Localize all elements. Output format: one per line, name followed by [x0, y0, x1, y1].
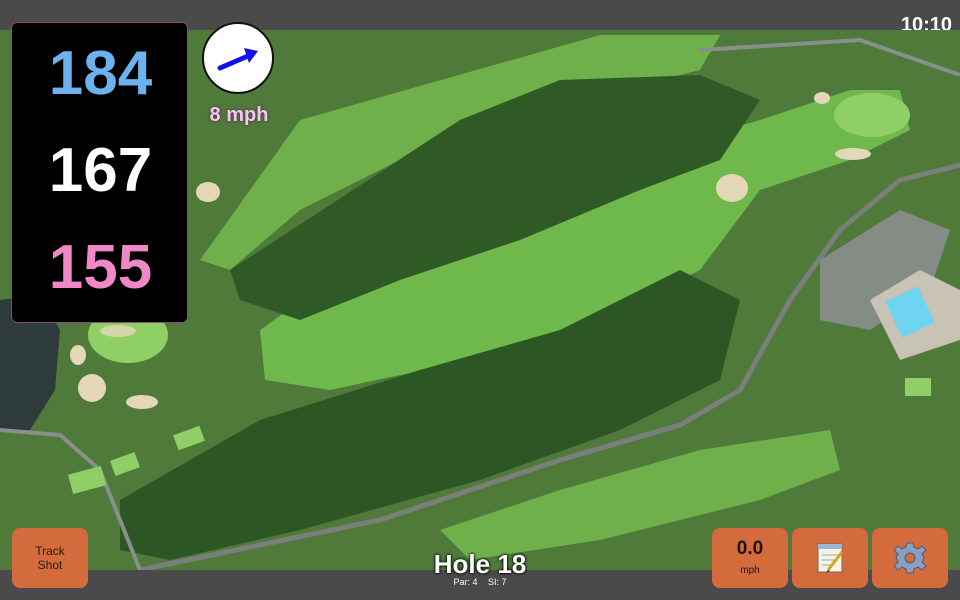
track-shot-button[interactable]: Track Shot	[12, 528, 88, 588]
speed-button[interactable]: 0.0 mph	[712, 528, 788, 588]
settings-button[interactable]	[872, 528, 948, 588]
notepad-icon	[817, 543, 844, 573]
wind-arrow-icon	[217, 48, 258, 71]
bunker	[126, 395, 158, 409]
back-distance: 184	[48, 39, 153, 108]
tee-box	[905, 378, 931, 396]
bunker	[70, 345, 86, 365]
track-shot-label: Track Shot	[35, 544, 65, 572]
distance-panel[interactable]: 184 167 155	[11, 22, 188, 323]
wind-indicator	[202, 22, 274, 94]
speed-value: 0.0	[736, 538, 764, 559]
bunker	[100, 325, 136, 337]
hole-title: Hole 18	[433, 549, 527, 579]
bunker	[835, 148, 871, 160]
gear-icon	[893, 542, 927, 574]
wind-speed: 8 mph	[209, 104, 269, 126]
stroke-index-label: SI: 7	[488, 577, 507, 587]
bunker	[814, 92, 830, 104]
middle-distance: 167	[48, 136, 153, 205]
hole-meta: Par: 4 SI: 7	[380, 577, 580, 587]
hole-green	[834, 93, 910, 137]
notes-button[interactable]	[792, 528, 868, 588]
speed-unit: mph	[740, 565, 760, 576]
bunker	[196, 182, 220, 202]
front-distance: 155	[48, 233, 153, 302]
bunker	[716, 174, 748, 202]
par-label: Par: 4	[453, 577, 478, 587]
bunker	[78, 374, 106, 402]
